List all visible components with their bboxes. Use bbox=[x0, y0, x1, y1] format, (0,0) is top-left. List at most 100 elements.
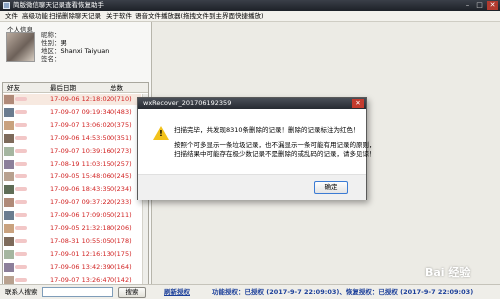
contact-total-count: 0(273) bbox=[110, 146, 132, 155]
contact-name-redacted bbox=[15, 97, 27, 101]
contact-list[interactable]: 好友 最后日期 总数 17-09-06 12:18:02 0(710) 17-09-… bbox=[2, 82, 149, 299]
contact-last-date: 17-09-06 18:43:35 bbox=[50, 185, 111, 194]
contact-last-date: 17-09-05 15:48:06 bbox=[50, 172, 111, 181]
dialog-title-bar: wxRecover_201706192359 ✕ bbox=[138, 98, 366, 109]
contact-row[interactable]: 17-09-01 12:16:13 0(175) bbox=[3, 249, 141, 260]
contact-total-count: 0(164) bbox=[110, 262, 132, 271]
contact-last-date: 17-09-05 21:32:18 bbox=[50, 224, 111, 232]
contact-name-redacted bbox=[15, 251, 27, 256]
contact-row[interactable]: 17-09-07 09:37:22 0(233) bbox=[3, 197, 141, 208]
contact-avatar bbox=[4, 133, 14, 143]
dialog-message-line-1: 扫描完毕，共发现8310条删除的记录！删除的记录标注为红色！ bbox=[174, 126, 360, 134]
contact-total-count: 0(375) bbox=[110, 120, 132, 129]
contact-total-count: 0(206) bbox=[110, 224, 132, 232]
contact-avatar bbox=[4, 172, 14, 182]
close-button[interactable]: ✕ bbox=[487, 1, 498, 10]
signature-line: 签名： bbox=[41, 55, 61, 63]
contact-name-redacted bbox=[15, 109, 27, 114]
contact-avatar bbox=[4, 236, 14, 246]
contact-name-redacted bbox=[15, 213, 27, 218]
contact-name-redacted bbox=[15, 122, 27, 127]
contact-avatar bbox=[4, 95, 14, 104]
contact-name-redacted bbox=[15, 187, 27, 192]
contact-row[interactable]: 17-09-05 15:48:06 0(245) bbox=[3, 171, 141, 182]
contact-avatar bbox=[4, 224, 14, 233]
contact-avatar bbox=[4, 120, 14, 130]
nickname-line: 昵称： bbox=[41, 31, 61, 39]
title-bar: 简版微信聊天记录查看恢复助手 – □ ✕ bbox=[0, 0, 500, 11]
menu-voice-player[interactable]: 语音文件播放器(拖拽文件到主界面快捷播放) bbox=[135, 13, 264, 20]
contact-row[interactable]: 17-09-06 18:43:35 0(234) bbox=[3, 184, 141, 195]
menu-advanced[interactable]: 高级功能 bbox=[22, 13, 48, 20]
dialog-title: wxRecover_201706192359 bbox=[143, 99, 232, 107]
column-header-friend[interactable]: 好友 bbox=[7, 84, 20, 92]
contact-name-redacted bbox=[15, 161, 27, 166]
contact-avatar bbox=[4, 185, 14, 195]
contact-last-date: 17-09-07 13:26:47 bbox=[50, 275, 111, 284]
contact-avatar bbox=[4, 211, 14, 221]
menu-scan-deleted[interactable]: 扫描删除聊天记录 bbox=[49, 13, 101, 20]
refresh-authorization-link[interactable]: 刷新授权 bbox=[164, 289, 190, 296]
contact-name-redacted bbox=[15, 148, 27, 153]
contact-total-count: 0(233) bbox=[110, 198, 132, 207]
contact-avatar bbox=[4, 107, 14, 117]
contact-name-redacted bbox=[15, 277, 27, 282]
baidu-jingyan-watermark: Bai 经验 bbox=[425, 266, 471, 279]
contact-avatar bbox=[4, 262, 14, 272]
contact-total-count: 0(710) bbox=[110, 95, 132, 103]
dialog-footer: 确定 bbox=[138, 174, 366, 200]
contact-row[interactable]: 17-09-07 10:39:16 0(273) bbox=[3, 146, 141, 157]
contact-last-date: 17-09-06 17:09:05 bbox=[50, 211, 111, 220]
contact-row[interactable]: 17-09-06 17:09:05 0(211) bbox=[3, 210, 141, 221]
contact-last-date: 17-09-07 09:19:34 bbox=[50, 107, 111, 116]
contact-name-redacted bbox=[15, 238, 27, 243]
contact-row[interactable]: 17-09-06 12:18:02 0(710) bbox=[3, 94, 141, 105]
contact-total-count: 0(245) bbox=[110, 172, 132, 181]
ok-button[interactable]: 确定 bbox=[314, 181, 348, 194]
app-icon bbox=[3, 2, 10, 9]
contact-row[interactable]: 17-09-06 13:42:39 0(164) bbox=[3, 262, 141, 273]
scan-result-dialog: wxRecover_201706192359 ✕ ! 扫描完毕，共发现8310条… bbox=[137, 97, 376, 200]
column-header-total[interactable]: 总数 bbox=[110, 84, 123, 92]
maximize-button[interactable]: □ bbox=[474, 1, 485, 10]
dialog-message-line-3: 扫描结果中可能存在极少数记录不是删除的或乱码的记录，请多见谅！ bbox=[174, 150, 376, 158]
contact-last-date: 17-09-06 14:53:50 bbox=[50, 133, 111, 142]
contact-row[interactable]: 17-08-31 10:55:05 0(178) bbox=[3, 236, 141, 247]
contact-row[interactable]: 17-08-19 11:03:15 0(257) bbox=[3, 159, 141, 170]
contact-total-count: 0(178) bbox=[110, 236, 132, 245]
contact-avatar bbox=[4, 249, 14, 259]
warning-icon-mark: ! bbox=[159, 129, 163, 138]
dialog-close-button[interactable]: ✕ bbox=[352, 99, 364, 108]
contact-avatar bbox=[4, 159, 14, 169]
contact-total-count: 0(257) bbox=[110, 159, 132, 168]
avatar bbox=[6, 32, 35, 62]
menu-file[interactable]: 文件 bbox=[5, 13, 18, 20]
contact-last-date: 17-09-07 09:37:22 bbox=[50, 198, 111, 207]
authorization-status: 功能授权：已授权 (2017-9-7 22:09:03)、恢复授权：已授权 (2… bbox=[212, 288, 474, 296]
contact-list-header: 好友 最后日期 总数 bbox=[3, 83, 148, 93]
contact-total-count: 0(142) bbox=[110, 275, 132, 284]
menu-about[interactable]: 关于软件 bbox=[106, 13, 132, 20]
contact-avatar bbox=[4, 198, 14, 208]
left-panel: 个人信息 昵称： 性别：男 地区：Shanxi Taiyuan 签名： 好友 最… bbox=[0, 22, 152, 299]
window-title: 简版微信聊天记录查看恢复助手 bbox=[13, 1, 104, 9]
contact-row[interactable]: 17-09-07 09:19:34 0(483) bbox=[3, 107, 141, 118]
contact-total-count: 0(175) bbox=[110, 249, 132, 258]
minimize-button[interactable]: – bbox=[462, 1, 473, 10]
contact-row[interactable]: 17-09-06 14:53:50 0(351) bbox=[3, 133, 141, 144]
contact-last-date: 17-09-06 13:42:39 bbox=[50, 262, 111, 271]
menu-bar: 文件 高级功能 扫描删除聊天记录 关于软件 语音文件播放器(拖拽文件到主界面快捷… bbox=[0, 11, 500, 22]
search-button[interactable]: 搜索 bbox=[118, 287, 146, 298]
contact-name-redacted bbox=[15, 174, 27, 179]
contact-search-label: 联系人搜索 bbox=[5, 288, 38, 296]
column-header-last-date[interactable]: 最后日期 bbox=[50, 84, 76, 92]
contact-total-count: 0(211) bbox=[110, 211, 132, 220]
contact-last-date: 17-09-07 10:39:16 bbox=[50, 146, 111, 155]
region-line: 地区：Shanxi Taiyuan bbox=[41, 47, 110, 55]
contact-avatar bbox=[4, 146, 14, 156]
contact-search-input[interactable] bbox=[42, 287, 113, 297]
bottom-bar: 联系人搜索 搜索 刷新授权 功能授权：已授权 (2017-9-7 22:09:0… bbox=[0, 284, 500, 299]
contact-name-redacted bbox=[15, 135, 27, 140]
contact-row[interactable]: 17-09-07 13:06:02 0(375) bbox=[3, 120, 141, 131]
contact-row[interactable]: 17-09-05 21:32:18 0(206) bbox=[3, 223, 141, 234]
